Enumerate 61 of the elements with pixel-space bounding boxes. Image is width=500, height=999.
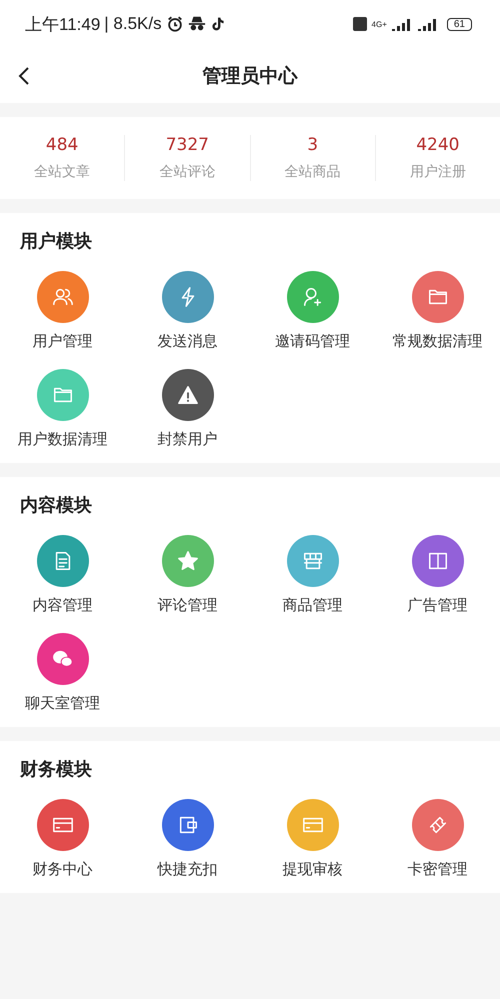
menu-icon-circle[interactable] <box>162 369 214 421</box>
menu-label[interactable]: 聊天室管理 <box>25 694 100 713</box>
menu-icon-circle[interactable] <box>162 799 214 851</box>
network-type: 4G+ <box>372 20 387 28</box>
menu-label[interactable]: 常规数据清理 <box>392 332 482 351</box>
menu-label[interactable]: 快捷充扣 <box>158 860 218 879</box>
stat-value: 7327 <box>166 135 209 155</box>
signal-icon <box>416 17 439 31</box>
incognito-icon <box>188 15 206 33</box>
stat-label: 全站文章 <box>34 163 90 181</box>
folder-icon <box>428 290 446 304</box>
menu-label[interactable]: 广告管理 <box>408 596 468 615</box>
card-icon <box>302 818 322 832</box>
menu-label[interactable]: 用户管理 <box>32 332 92 351</box>
status-time: 上午11:49 <box>25 14 100 36</box>
menu-icon-circle[interactable] <box>412 799 464 851</box>
lightning-icon <box>181 287 194 307</box>
stat-label: 全站商品 <box>284 163 341 181</box>
add-user-icon <box>304 288 321 306</box>
alarm-icon <box>166 15 184 33</box>
stat-value: 4240 <box>416 135 460 155</box>
menu-label[interactable]: 评论管理 <box>158 596 218 615</box>
star-icon <box>178 551 198 570</box>
network-speed: | 8.5K/s <box>104 14 162 34</box>
menu-label[interactable]: 内容管理 <box>32 596 92 615</box>
store-icon <box>304 552 322 570</box>
users-icon <box>52 288 72 306</box>
stat-value: 3 <box>307 135 318 155</box>
section-title: 用户模块 <box>18 230 93 253</box>
warning-icon <box>178 386 198 404</box>
section-title: 内容模块 <box>19 494 93 517</box>
stat-label: 用户注册 <box>410 163 466 181</box>
menu-label[interactable]: 商品管理 <box>282 596 342 615</box>
menu-label[interactable]: 卡密管理 <box>408 860 468 879</box>
book-icon <box>428 552 446 570</box>
menu-icon-circle[interactable] <box>36 535 88 587</box>
battery-indicator: 61 <box>446 18 472 30</box>
folder-icon <box>54 388 72 402</box>
signal-icon <box>390 17 413 31</box>
menu-label[interactable]: 提现审核 <box>282 860 342 879</box>
ticket-icon <box>429 816 446 834</box>
chat-icon <box>52 650 72 667</box>
section-title: 财务模块 <box>18 758 93 781</box>
music-note-icon <box>210 15 226 33</box>
wallet-icon <box>179 816 196 834</box>
document-icon <box>55 552 70 570</box>
stat-value: 484 <box>46 135 78 155</box>
menu-label[interactable]: 发送消息 <box>158 332 218 351</box>
menu-icon-circle[interactable] <box>412 535 464 587</box>
page-title: 管理员中心 <box>202 64 298 88</box>
back-icon[interactable] <box>18 66 30 86</box>
menu-label[interactable]: 财务中心 <box>32 860 92 879</box>
stat-label: 全站评论 <box>159 163 216 181</box>
menu-label[interactable]: 邀请码管理 <box>275 332 350 351</box>
menu-icon-circle[interactable] <box>412 271 464 323</box>
menu-label[interactable]: 封禁用户 <box>158 430 218 449</box>
menu-label[interactable]: 用户数据清理 <box>18 430 108 449</box>
menu-icon-circle[interactable] <box>36 799 88 851</box>
menu-icon-circle[interactable] <box>162 271 214 323</box>
menu-icon-circle[interactable] <box>36 633 88 685</box>
card-icon <box>52 818 72 832</box>
